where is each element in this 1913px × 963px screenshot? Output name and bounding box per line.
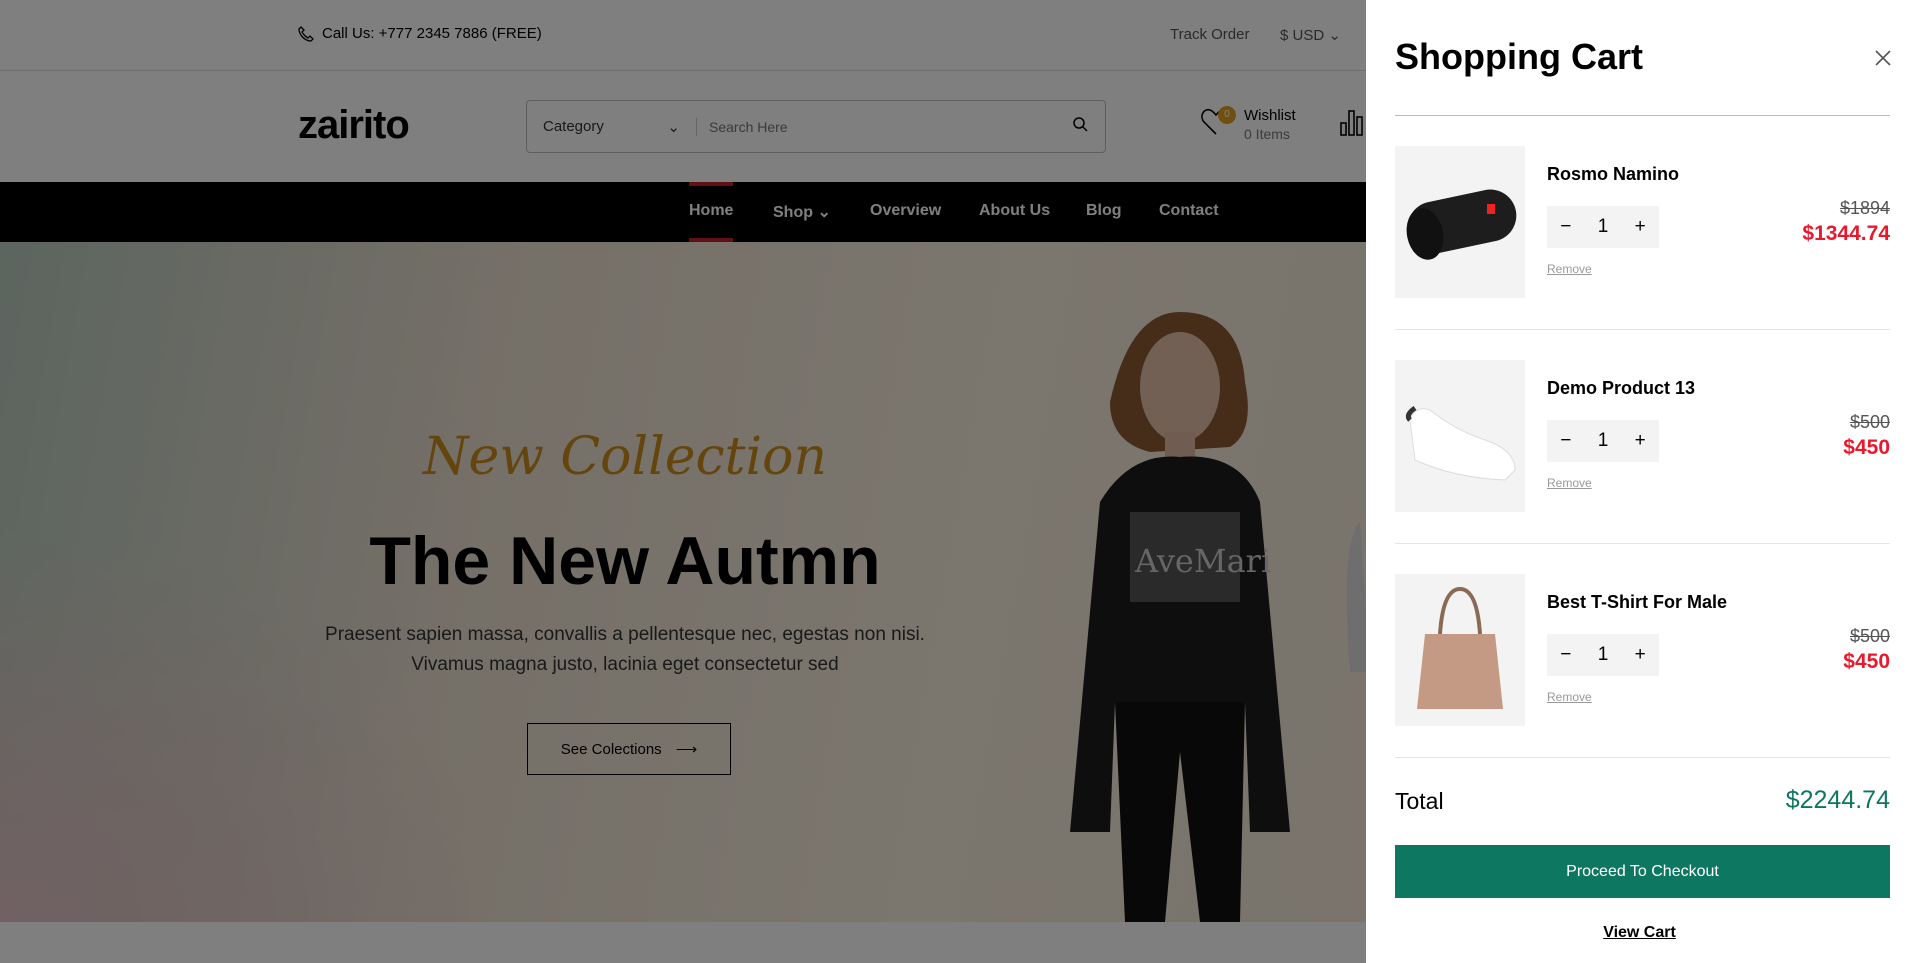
quantity-value[interactable]: 1 (1598, 430, 1609, 452)
quantity-value[interactable]: 1 (1598, 216, 1609, 238)
product-image-speaker[interactable] (1395, 146, 1525, 298)
quantity-stepper: − 1 + (1547, 206, 1659, 248)
increase-button[interactable]: + (1635, 430, 1646, 452)
cart-item: Demo Product 13 − 1 + Remove $500 $450 (1395, 360, 1890, 512)
total-value: $2244.74 (1785, 786, 1890, 814)
remove-link[interactable]: Remove (1547, 476, 1592, 490)
sale-price: $450 (1843, 436, 1890, 459)
sale-price: $450 (1843, 650, 1890, 673)
remove-link[interactable]: Remove (1547, 262, 1592, 276)
quantity-stepper: − 1 + (1547, 420, 1659, 462)
close-icon[interactable] (1871, 46, 1895, 70)
original-price: $1894 (1839, 198, 1890, 218)
proceed-to-checkout-button[interactable]: Proceed To Checkout (1395, 845, 1890, 898)
original-price: $500 (1849, 626, 1890, 646)
product-image-bag[interactable] (1395, 574, 1525, 726)
decrease-button[interactable]: − (1560, 430, 1571, 452)
cart-title: Shopping Cart (1395, 36, 1643, 77)
view-cart-link[interactable]: View Cart (1366, 924, 1913, 942)
product-name[interactable]: Demo Product 13 (1547, 378, 1695, 399)
original-price: $500 (1849, 412, 1890, 432)
sale-price: $1344.74 (1802, 222, 1890, 245)
increase-button[interactable]: + (1635, 644, 1646, 666)
remove-link[interactable]: Remove (1547, 690, 1592, 704)
shopping-cart-drawer: Shopping Cart Rosmo Namino − 1 + Remove $1… (1366, 0, 1913, 963)
quantity-stepper: − 1 + (1547, 634, 1659, 676)
cart-item: Best T-Shirt For Male − 1 + Remove $500 $4… (1395, 574, 1890, 726)
quantity-value[interactable]: 1 (1598, 644, 1609, 666)
decrease-button[interactable]: − (1560, 644, 1571, 666)
cart-item: Rosmo Namino − 1 + Remove $1894 $1344.74 (1395, 146, 1890, 298)
product-name[interactable]: Best T-Shirt For Male (1547, 592, 1727, 613)
product-name[interactable]: Rosmo Namino (1547, 164, 1679, 185)
total-label: Total (1395, 788, 1444, 814)
backdrop-overlay[interactable] (0, 0, 1366, 963)
decrease-button[interactable]: − (1560, 216, 1571, 238)
product-image-sneaker[interactable] (1395, 360, 1525, 512)
increase-button[interactable]: + (1635, 216, 1646, 238)
